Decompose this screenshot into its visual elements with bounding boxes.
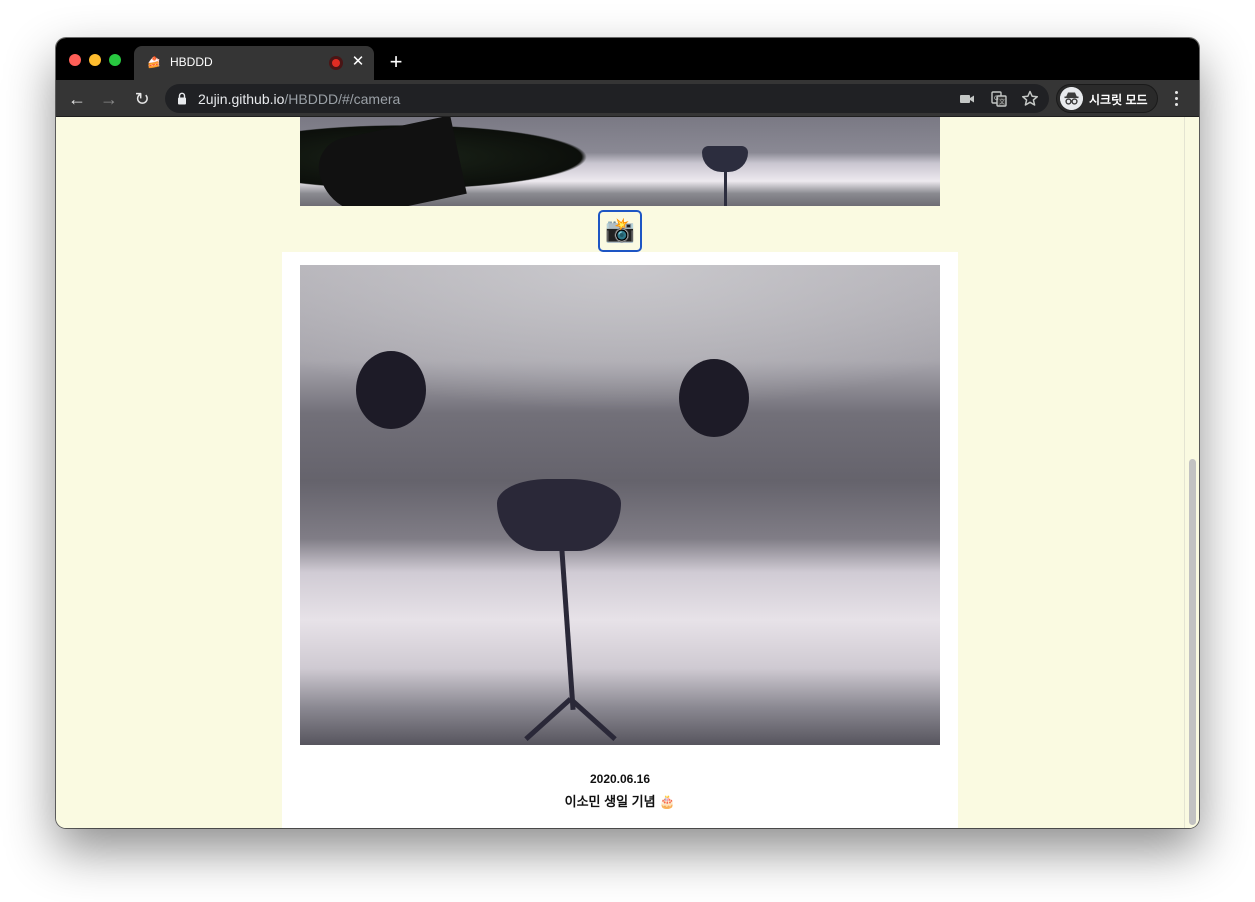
plush-eye-right <box>679 359 749 437</box>
reload-button[interactable]: ↻ <box>130 87 154 111</box>
plush-mouth-left <box>524 697 573 742</box>
browser-window: 🍰 HBDDD ✕ + ← → ↻ 2ujin.github.io/HBDDD/… <box>56 38 1199 828</box>
photo-card: 2020.06.16 이소민 생일 기념 🎂 <box>282 252 958 828</box>
translate-icon[interactable]: G 文 <box>989 89 1009 109</box>
incognito-indicator[interactable]: 시크릿 모드 <box>1056 84 1158 113</box>
plush-mouth-line <box>559 550 576 710</box>
camera-flash-icon: 📸 <box>605 217 635 244</box>
more-menu-icon[interactable] <box>1169 88 1183 110</box>
preview-mouth-shape <box>724 171 727 206</box>
photo-caption: 이소민 생일 기념 🎂 <box>564 794 676 809</box>
url-text: 2ujin.github.io/HBDDD/#/camera <box>198 91 400 107</box>
plush-nose <box>497 479 621 551</box>
scrollbar-thumb[interactable] <box>1189 459 1196 825</box>
photo-date: 2020.06.16 <box>589 772 651 786</box>
tab-strip: 🍰 HBDDD ✕ + <box>56 38 1199 80</box>
lock-icon <box>178 92 186 105</box>
url-host: 2ujin.github.io <box>198 91 285 107</box>
browser-toolbar: ← → ↻ 2ujin.github.io/HBDDD/#/camera G 文 <box>56 80 1199 117</box>
cake-favicon-icon: 🍰 <box>147 57 161 69</box>
tab-close-button[interactable]: ✕ <box>349 52 367 72</box>
incognito-icon <box>1060 87 1083 110</box>
camera-live-preview <box>300 117 940 206</box>
incognito-label: 시크릿 모드 <box>1089 93 1148 107</box>
svg-text:文: 文 <box>999 98 1005 106</box>
page-content: 📸 2020.06.16 이소민 생일 기념 🎂 <box>56 117 1199 828</box>
back-button[interactable]: ← <box>65 87 89 111</box>
plush-eye-left <box>356 351 426 429</box>
bookmark-star-icon[interactable] <box>1020 89 1040 109</box>
vertical-scrollbar[interactable] <box>1184 117 1199 828</box>
plush-mouth-right <box>568 697 617 742</box>
window-minimize-button[interactable] <box>89 54 101 66</box>
preview-nose-shape <box>702 146 748 172</box>
tab-title: HBDDD <box>170 55 213 69</box>
video-camera-icon[interactable] <box>957 89 977 109</box>
preview-arm-shape <box>313 117 467 206</box>
forward-button[interactable]: → <box>97 87 121 111</box>
recording-dot-icon <box>329 56 343 70</box>
url-path: /HBDDD/#/camera <box>284 91 401 107</box>
address-bar[interactable]: 2ujin.github.io/HBDDD/#/camera G 文 <box>165 84 1049 113</box>
capture-photo-button[interactable]: 📸 <box>598 210 642 252</box>
tab-hbddd[interactable]: 🍰 HBDDD ✕ <box>134 46 374 80</box>
new-tab-button[interactable]: + <box>386 51 406 73</box>
captured-photo <box>300 265 940 745</box>
window-maximize-button[interactable] <box>109 54 121 66</box>
window-close-button[interactable] <box>69 54 81 66</box>
